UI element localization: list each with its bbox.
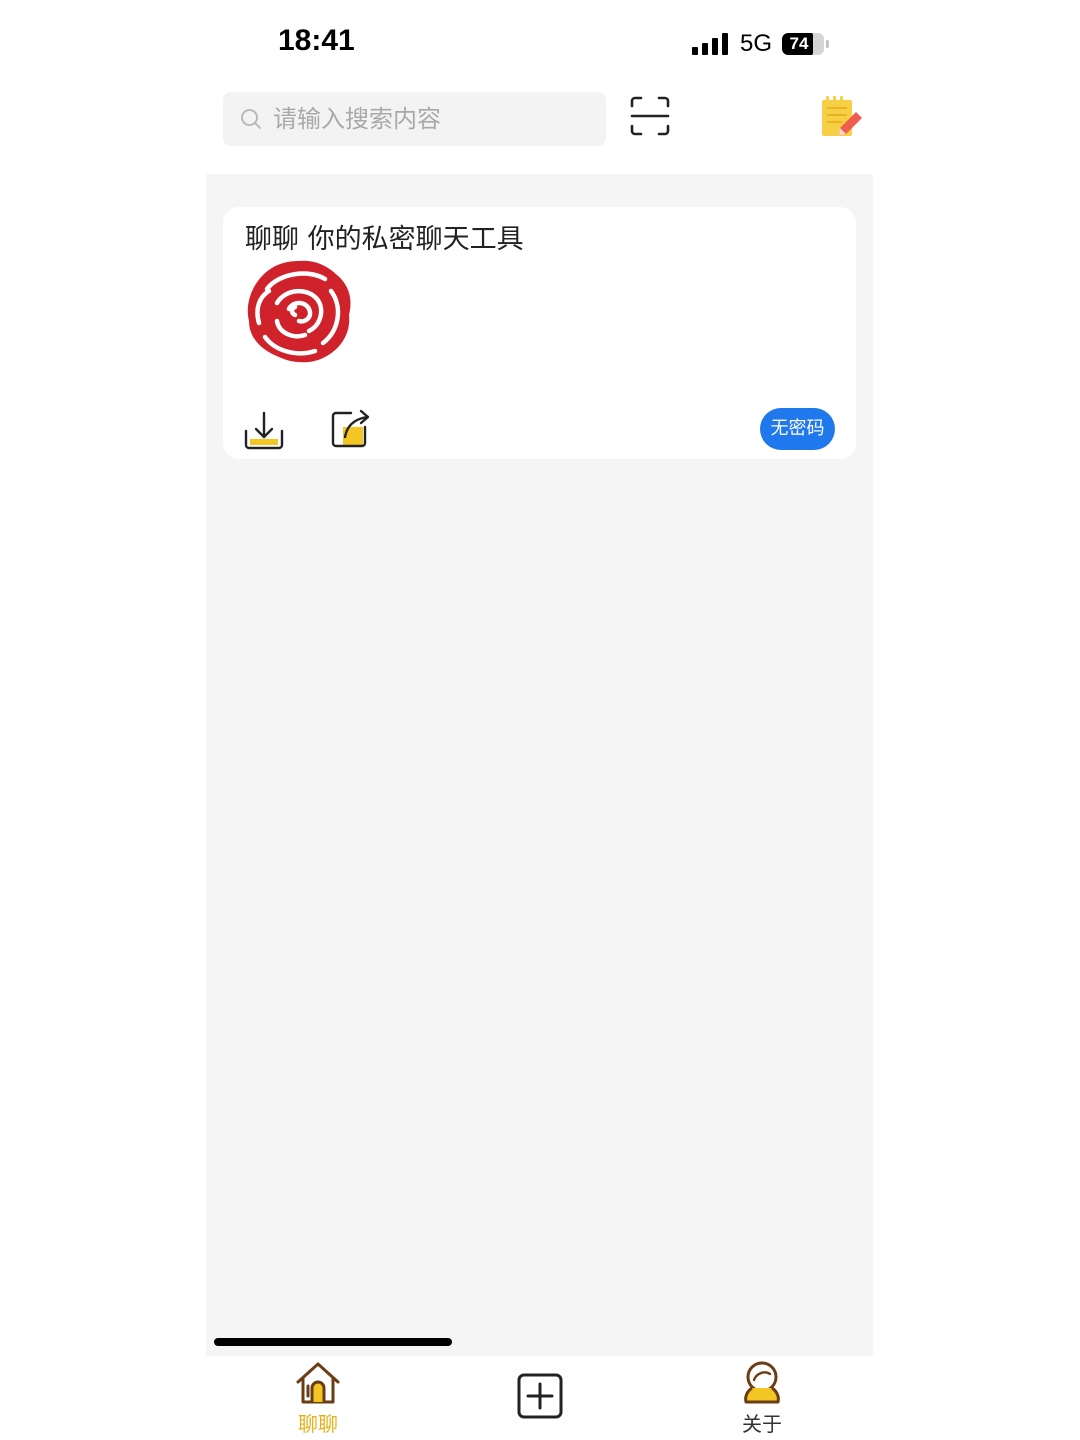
- search-icon: [241, 109, 261, 129]
- scan-button[interactable]: [626, 92, 674, 140]
- edit-share-icon: [331, 409, 370, 448]
- tab-about-label: 关于: [742, 1412, 782, 1436]
- app-content: 聊聊 你的私密聊天工具: [206, 80, 873, 1440]
- add-button[interactable]: [516, 1372, 564, 1420]
- battery-level: 74: [789, 34, 809, 53]
- download-button[interactable]: [243, 409, 285, 451]
- signal-icon: [692, 33, 728, 55]
- note-button[interactable]: [818, 94, 866, 142]
- tab-bar: 聊聊 关于: [206, 1356, 873, 1440]
- plus-box-icon: [517, 1373, 563, 1419]
- top-bar: [206, 80, 873, 174]
- note-edit-icon: [822, 96, 862, 136]
- download-icon: [244, 411, 284, 450]
- search-box[interactable]: [223, 92, 606, 146]
- network-type: 5G: [740, 30, 773, 57]
- chat-card[interactable]: 聊聊 你的私密聊天工具 无密码: [223, 207, 856, 459]
- no-password-badge: 无密码: [760, 408, 835, 450]
- edit-share-button[interactable]: [329, 407, 371, 449]
- tab-home-label: 聊聊: [298, 1412, 338, 1436]
- user-icon: [744, 1361, 780, 1404]
- status-time: 18:41: [278, 24, 355, 57]
- status-indicators: 5G 74: [692, 28, 830, 60]
- rose-icon: [247, 260, 351, 363]
- phone-screen: 18:41 5G 74 请输入搜索内容 聊聊 你的私密聊天工具 无密码 聊聊 关…: [0, 0, 1080, 1440]
- scan-icon: [630, 96, 670, 136]
- battery-icon: 74: [782, 33, 830, 55]
- tab-home[interactable]: 聊聊: [278, 1360, 358, 1437]
- home-indicator: [214, 1338, 452, 1346]
- home-icon: [296, 1362, 340, 1404]
- search-input[interactable]: [271, 104, 595, 134]
- tab-about[interactable]: 关于: [722, 1360, 802, 1437]
- card-title: 聊聊 你的私密聊天工具: [245, 224, 524, 255]
